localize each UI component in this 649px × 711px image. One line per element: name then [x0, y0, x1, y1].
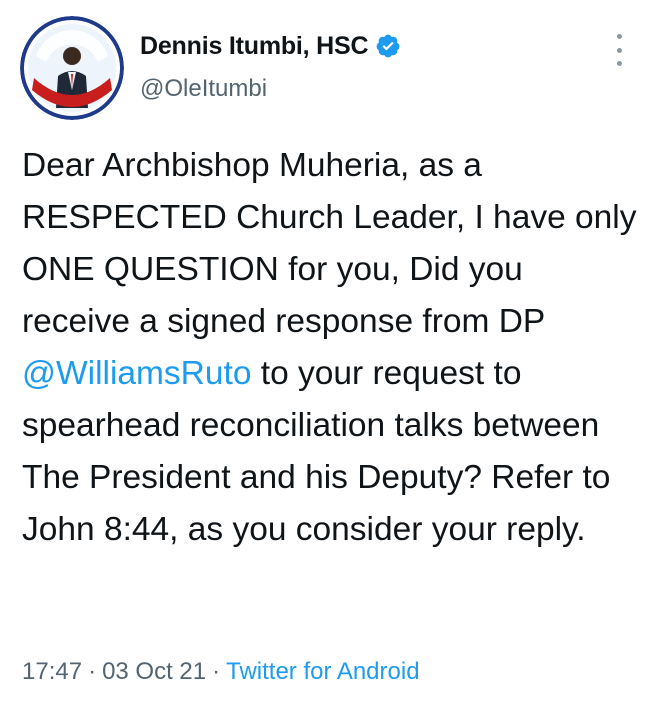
- tweet-date[interactable]: 03 Oct 21: [102, 658, 206, 685]
- verified-badge-icon: [375, 33, 401, 59]
- tweet[interactable]: Dennis Itumbi, HSC @OleItumbi Dear Archb…: [0, 0, 649, 711]
- meta-separator: ·: [212, 658, 221, 685]
- more-dot: [616, 47, 622, 53]
- more-dot: [616, 61, 622, 66]
- user-handle[interactable]: @OleItumbi: [140, 75, 401, 103]
- author-info[interactable]: Dennis Itumbi, HSC @OleItumbi: [140, 30, 401, 103]
- more-options-icon[interactable]: [609, 34, 629, 66]
- mention-link[interactable]: @WilliamsRuto: [22, 355, 251, 392]
- meta-separator: ·: [88, 658, 97, 685]
- tweet-text: Dear Archbishop Muheria, as a RESPECTED …: [22, 140, 637, 556]
- display-name[interactable]: Dennis Itumbi, HSC: [140, 32, 369, 61]
- avatar[interactable]: [20, 16, 124, 120]
- display-name-row: Dennis Itumbi, HSC: [140, 30, 401, 62]
- tweet-text-part-1: Dear Archbishop Muheria, as a RESPECTED …: [22, 147, 646, 340]
- tweet-meta: 17:47 · 03 Oct 21 · Twitter for Android: [22, 658, 420, 686]
- tweet-time[interactable]: 17:47: [22, 658, 82, 685]
- more-dot: [616, 34, 622, 39]
- tweet-source-link[interactable]: Twitter for Android: [226, 658, 419, 685]
